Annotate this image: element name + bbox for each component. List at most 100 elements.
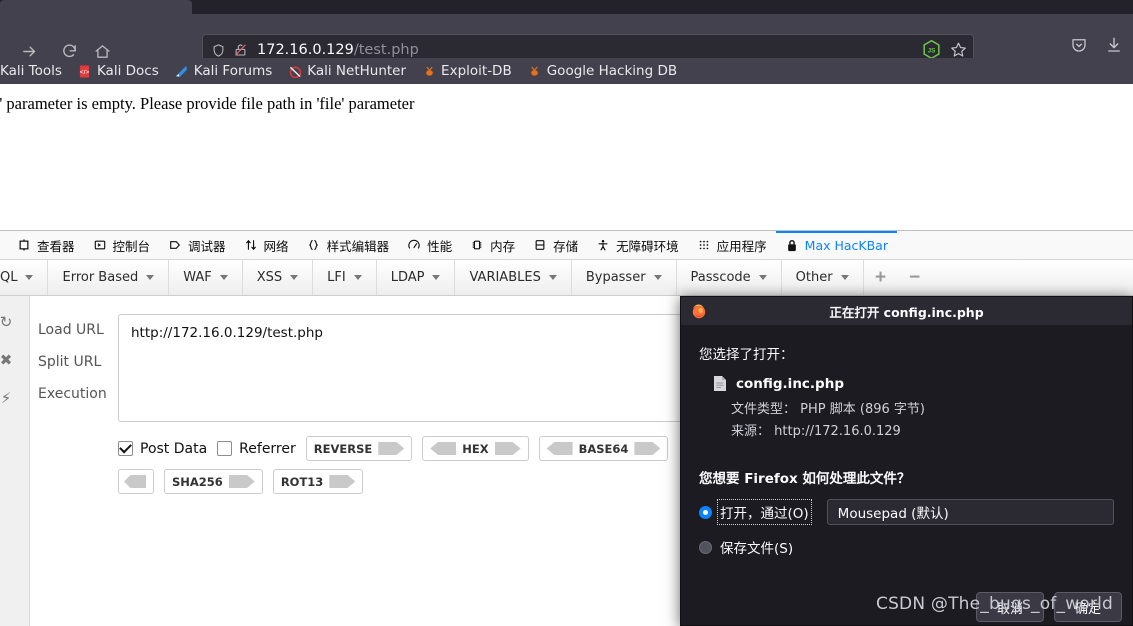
hackbar-tab-variables[interactable]: VARIABLES [455, 260, 572, 295]
devtools-tab-accessibility[interactable]: 无障碍环境 [587, 231, 688, 260]
devtools-tab-label: 网络 [263, 238, 289, 254]
checkbox-box[interactable] [118, 441, 133, 456]
execution-button[interactable]: Execution [34, 378, 118, 410]
page-viewport: e' parameter is empty. Please provide fi… [0, 84, 1133, 230]
encode-arrow-icon[interactable] [228, 475, 255, 488]
hackbar-tab-lfi[interactable]: LFI [313, 260, 377, 295]
hackbar-tab-other[interactable]: Other [782, 260, 864, 295]
encode-arrow-icon[interactable] [494, 442, 521, 455]
open-with-radio[interactable] [699, 505, 712, 519]
bookmark-label: Kali Docs [96, 63, 159, 79]
network-icon [244, 238, 258, 252]
hackbar-tab-passcode[interactable]: Passcode [677, 260, 782, 295]
pocket-button[interactable] [1070, 36, 1088, 54]
hackbar-tab-xss[interactable]: XSS [243, 260, 314, 295]
save-file-label[interactable]: 保存文件(S) [720, 537, 793, 557]
url-input[interactable]: http://172.16.0.129/test.php [118, 314, 693, 422]
dialog-question: 您想要 Firefox 如何处理此文件？ [699, 471, 911, 487]
devtools-tab-label: 控制台 [112, 238, 151, 254]
hackbar-tab-bypasser[interactable]: Bypasser [572, 260, 677, 295]
download-icon[interactable] [1105, 36, 1123, 54]
bookmark-item[interactable]: </> Kali Docs [70, 61, 167, 81]
encoder-reverse-button[interactable]: REVERSE [305, 436, 413, 461]
decode-arrow-icon[interactable] [430, 442, 457, 455]
encoder-base64-button[interactable]: BASE64 [538, 436, 669, 461]
encoder-rot13-button[interactable]: ROT13 [272, 469, 364, 494]
open-with-app-select[interactable]: Mousepad (默认) [826, 499, 1114, 525]
page-body-text: e' parameter is empty. Please provide fi… [0, 94, 415, 113]
style-editor-icon [307, 238, 321, 252]
chevron-down-icon [432, 275, 441, 280]
hackbar-add-tab-button[interactable]: + [864, 260, 898, 295]
bookmark-label: Kali Forums [193, 63, 273, 79]
devtools-tab-debugger[interactable]: 调试器 [159, 231, 235, 260]
devtools-tab-performance[interactable]: 性能 [398, 231, 461, 260]
decode-arrow-icon[interactable] [124, 475, 146, 488]
hackbar-tab-ldap[interactable]: LDAP [377, 260, 456, 295]
devtools-tab-console[interactable]: 控制台 [84, 231, 160, 260]
kali-nethunter-icon [288, 64, 302, 78]
referrer-checkbox[interactable]: Referrer [217, 441, 296, 457]
hackbar-tab-waf[interactable]: WAF [169, 260, 243, 295]
hackbar-tab-sql[interactable]: QL [0, 260, 49, 295]
chevron-down-icon [353, 275, 362, 280]
devtools-tab-storage[interactable]: 存储 [524, 231, 587, 260]
bookmark-label: Google Hacking DB [546, 63, 678, 79]
hackbar-remove-tab-button[interactable]: − [898, 260, 932, 295]
encoder-label: REVERSE [313, 441, 373, 456]
svg-text:</>: </> [80, 68, 90, 75]
svg-text:JS: JS [927, 47, 935, 54]
devtools-tab-max-hackbar[interactable]: Max HacKBar [776, 231, 897, 260]
open-with-label[interactable]: 打开，通过(O) [717, 499, 812, 525]
execution-icon[interactable]: ⚡ [0, 386, 18, 410]
watermark: CSDN @The_bugs_of_world [876, 594, 1113, 614]
chevron-down-icon [840, 275, 849, 280]
split-url-button[interactable]: Split URL [34, 346, 118, 378]
lock-broken-icon[interactable] [233, 42, 248, 58]
open-with-row: 打开，通过(O) Mousepad (默认) [699, 499, 1114, 525]
bookmark-item[interactable]: Kali NetHunter [280, 61, 414, 81]
devtools-tab-network[interactable]: 网络 [235, 231, 298, 260]
encode-arrow-icon[interactable] [329, 475, 356, 488]
dialog-file-meta: 文件类型： PHP 脚本 (896 字节) 来源： http://172.16.… [731, 399, 1114, 443]
star-icon[interactable] [950, 41, 967, 58]
bookmark-item[interactable]: Exploit-DB [414, 61, 520, 81]
encode-arrow-icon[interactable] [634, 442, 661, 455]
devtools-tab-style-editor[interactable]: 样式编辑器 [298, 231, 399, 260]
bookmark-item[interactable]: Kali Tools [0, 61, 70, 81]
js-icon[interactable]: JS [920, 38, 942, 60]
encoder-sha256-button[interactable]: SHA256 [164, 469, 263, 494]
devtools-tab-memory[interactable]: 内存 [461, 231, 524, 260]
dialog-filetype-label: 文件类型： [731, 402, 797, 417]
bookmark-item[interactable]: Kali Forums [167, 61, 281, 81]
dialog-filetype-value: PHP 脚本 (896 字节) [800, 402, 925, 417]
screenshot-root: 172.16.0.129/test.php JS Kali Tools </> [0, 0, 1133, 626]
load-url-button[interactable]: Load URL [34, 314, 118, 346]
bookmark-item[interactable]: Google Hacking DB [520, 61, 685, 81]
encoder-hex-button[interactable]: HEX [422, 436, 529, 461]
hackbar-tab-label: Other [795, 270, 833, 285]
encoder-label: ROT13 [280, 474, 324, 489]
load-url-icon[interactable]: ↻ [0, 310, 18, 334]
url-host: 172.16.0.129 [257, 42, 354, 58]
dialog-body: 您选择了打开： config.inc.php 文件类型： PHP 脚本 (896… [681, 325, 1132, 557]
encode-arrow-icon[interactable] [378, 442, 405, 455]
browser-tab[interactable] [0, 0, 192, 14]
hackbar-options-row: Post Data Referrer REVERSE HEX BASE64 SH… [118, 436, 693, 494]
devtools-tab-inspector[interactable]: 查看器 [8, 231, 84, 260]
encoder-partial-button[interactable] [118, 469, 154, 494]
hackbar-tab-label: QL [0, 270, 18, 285]
dialog-file-row: config.inc.php [713, 375, 1114, 392]
checkbox-box[interactable] [217, 441, 233, 456]
save-file-row: 保存文件(S) [699, 537, 1114, 557]
inspector-icon [17, 238, 31, 252]
hackbar-tab-label: Error Based [62, 270, 139, 285]
decode-arrow-icon[interactable] [546, 442, 573, 455]
save-file-radio[interactable] [699, 540, 712, 554]
hackbar-tab-label: LDAP [390, 270, 425, 285]
hackbar-tab-error-based[interactable]: Error Based [48, 260, 170, 295]
devtools-tab-application[interactable]: 应用程序 [688, 231, 776, 260]
split-url-icon[interactable]: ✖ [0, 348, 18, 372]
post-data-checkbox[interactable]: Post Data [118, 441, 207, 457]
hackbar-tab-label: XSS [256, 270, 283, 285]
